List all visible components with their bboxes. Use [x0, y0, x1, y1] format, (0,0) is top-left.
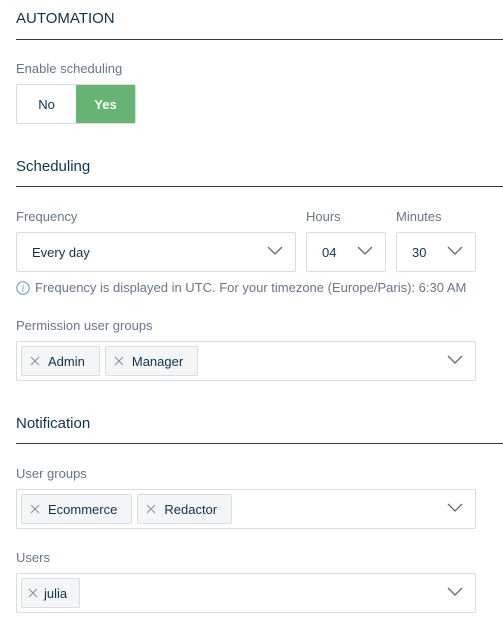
- frequency-select[interactable]: Every day: [16, 232, 296, 272]
- scheduling-title: Scheduling: [16, 158, 91, 175]
- chevron-down-icon: [447, 355, 463, 364]
- close-icon: [28, 588, 38, 598]
- chevron-down-icon: [447, 246, 463, 255]
- user-groups-label: User groups: [16, 466, 87, 481]
- tag-ecommerce: Ecommerce: [21, 494, 133, 524]
- hours-select[interactable]: 04: [306, 232, 386, 272]
- svg-text:i: i: [22, 284, 25, 294]
- timezone-info-text: Frequency is displayed in UTC. For your …: [35, 280, 467, 295]
- scheduling-divider: [16, 186, 503, 187]
- permission-groups-tags: Admin Manager: [21, 346, 199, 376]
- users-label: Users: [16, 550, 50, 565]
- tag-admin: Admin: [21, 346, 100, 376]
- remove-tag-julia-button[interactable]: [22, 579, 44, 607]
- minutes-label: Minutes: [396, 209, 442, 224]
- remove-tag-ecommerce-button[interactable]: [22, 495, 48, 523]
- frequency-value: Every day: [32, 244, 90, 260]
- tag-label: Admin: [48, 353, 85, 369]
- notification-title: Notification: [16, 415, 91, 432]
- user-groups-select[interactable]: Ecommerce Redactor: [16, 489, 476, 529]
- tag-redactor: Redactor: [137, 494, 233, 524]
- toggle-no-button[interactable]: No: [17, 85, 76, 123]
- users-tags: julia: [21, 578, 81, 608]
- chevron-down-icon: [267, 246, 283, 255]
- tag-label: Manager: [131, 353, 184, 369]
- info-icon: i: [16, 280, 30, 295]
- automation-panel: AUTOMATION Enable scheduling No Yes Sche…: [0, 0, 503, 632]
- notification-divider: [16, 443, 503, 444]
- chevron-down-icon: [447, 587, 463, 596]
- timezone-info: i Frequency is displayed in UTC. For you…: [16, 280, 466, 295]
- permission-groups-label: Permission user groups: [16, 318, 153, 333]
- automation-title: AUTOMATION: [16, 10, 115, 27]
- close-icon: [30, 356, 40, 366]
- permission-groups-select[interactable]: Admin Manager: [16, 341, 476, 381]
- remove-tag-admin-button[interactable]: [22, 347, 48, 375]
- tag-label: Redactor: [164, 501, 218, 517]
- remove-tag-manager-button[interactable]: [106, 347, 132, 375]
- users-select[interactable]: julia: [16, 573, 476, 613]
- chevron-down-icon: [357, 246, 373, 255]
- tag-label: julia: [44, 585, 68, 601]
- hours-label: Hours: [306, 209, 341, 224]
- tag-label: Ecommerce: [48, 501, 118, 517]
- chevron-down-icon: [447, 503, 463, 512]
- enable-scheduling-toggle: No Yes: [16, 84, 136, 124]
- remove-tag-redactor-button[interactable]: [138, 495, 164, 523]
- hours-value: 04: [322, 244, 337, 260]
- tag-manager: Manager: [104, 346, 199, 376]
- toggle-yes-button[interactable]: Yes: [76, 85, 135, 123]
- minutes-value: 30: [412, 244, 427, 260]
- close-icon: [30, 504, 40, 514]
- close-icon: [114, 356, 124, 366]
- frequency-label: Frequency: [16, 209, 78, 224]
- automation-divider: [16, 39, 503, 40]
- minutes-select[interactable]: 30: [396, 232, 476, 272]
- tag-julia: julia: [21, 578, 81, 608]
- enable-scheduling-label: Enable scheduling: [16, 61, 123, 76]
- user-groups-tags: Ecommerce Redactor: [21, 494, 233, 524]
- close-icon: [146, 504, 156, 514]
